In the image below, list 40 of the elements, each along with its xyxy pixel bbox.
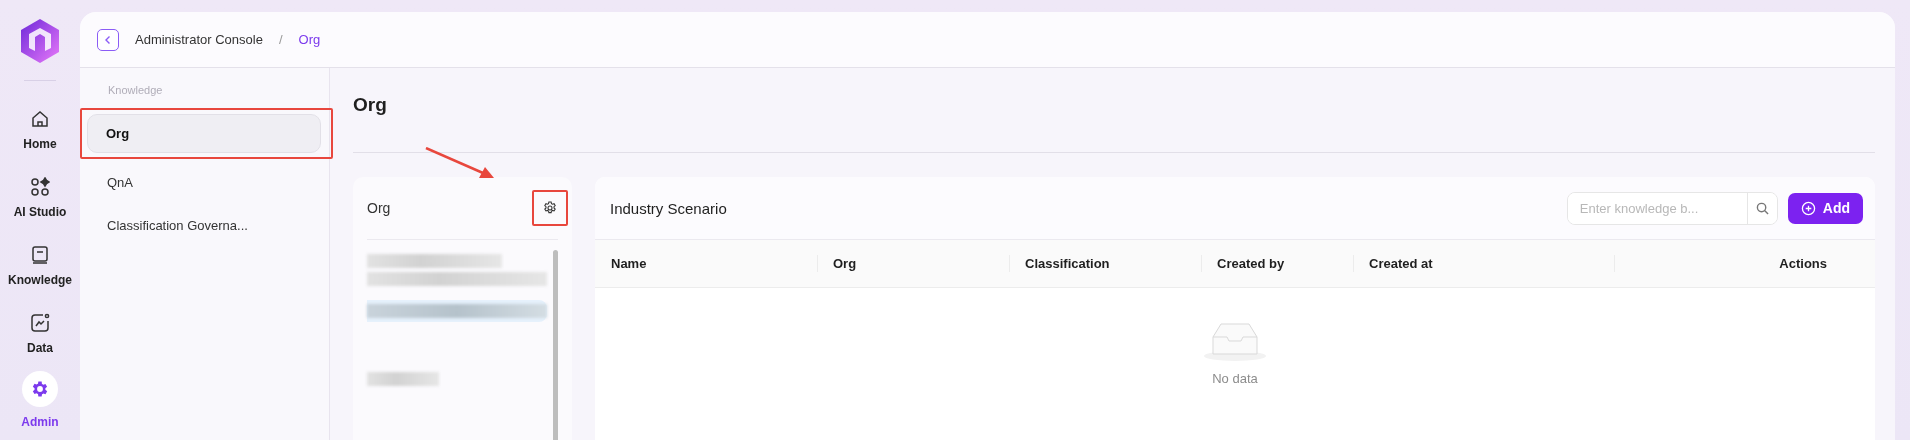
settings-icon [30,379,50,399]
panel-title: Org [367,200,391,216]
column-header: Created at [1353,240,1614,288]
column-header: Classification [1009,240,1201,288]
settings-icon [542,200,558,216]
column-header: Org [817,240,1009,288]
book-icon [30,245,50,265]
column-header: Name [595,240,817,288]
chart-icon [30,313,50,333]
redacted-text [367,372,439,386]
column-header: Actions [1614,240,1875,288]
breadcrumb-separator: / [278,32,283,47]
search-field[interactable]: Enter knowledge b... [1566,191,1778,225]
search-button[interactable] [1746,192,1777,224]
nav-item[interactable]: Home [2,99,78,167]
column-header: Created by [1201,240,1353,288]
logo-icon [19,18,61,64]
home-icon [30,109,50,129]
sidebar-item[interactable]: Org [87,114,321,153]
sidebar-item[interactable]: QnA [88,163,321,202]
search-icon [1755,201,1769,215]
sidebar-item[interactable]: Classification Governa... [88,206,321,245]
nav-item[interactable]: Admin [2,371,78,439]
chevron-left-icon [103,34,113,45]
apps-icon [30,177,50,197]
scrollbar[interactable] [553,250,558,440]
nav-item[interactable]: Data [2,303,78,371]
plus-circle-icon [1800,200,1816,216]
add-button[interactable]: Add [1787,192,1863,224]
back-button[interactable] [97,28,119,51]
panel-title: Industry Scenario [610,199,728,217]
nav-item[interactable]: Knowledge [2,235,78,303]
section-label: Knowledge [107,84,164,98]
page-title: Org [353,94,388,117]
empty-state-text: No data [1212,371,1258,386]
empty-tray-icon [1203,320,1267,361]
annotation-arrow [425,147,495,181]
nav-item[interactable]: AI Studio [2,167,78,235]
breadcrumb-item: Org [298,32,321,47]
breadcrumb-item[interactable]: Administrator Console [135,32,263,47]
